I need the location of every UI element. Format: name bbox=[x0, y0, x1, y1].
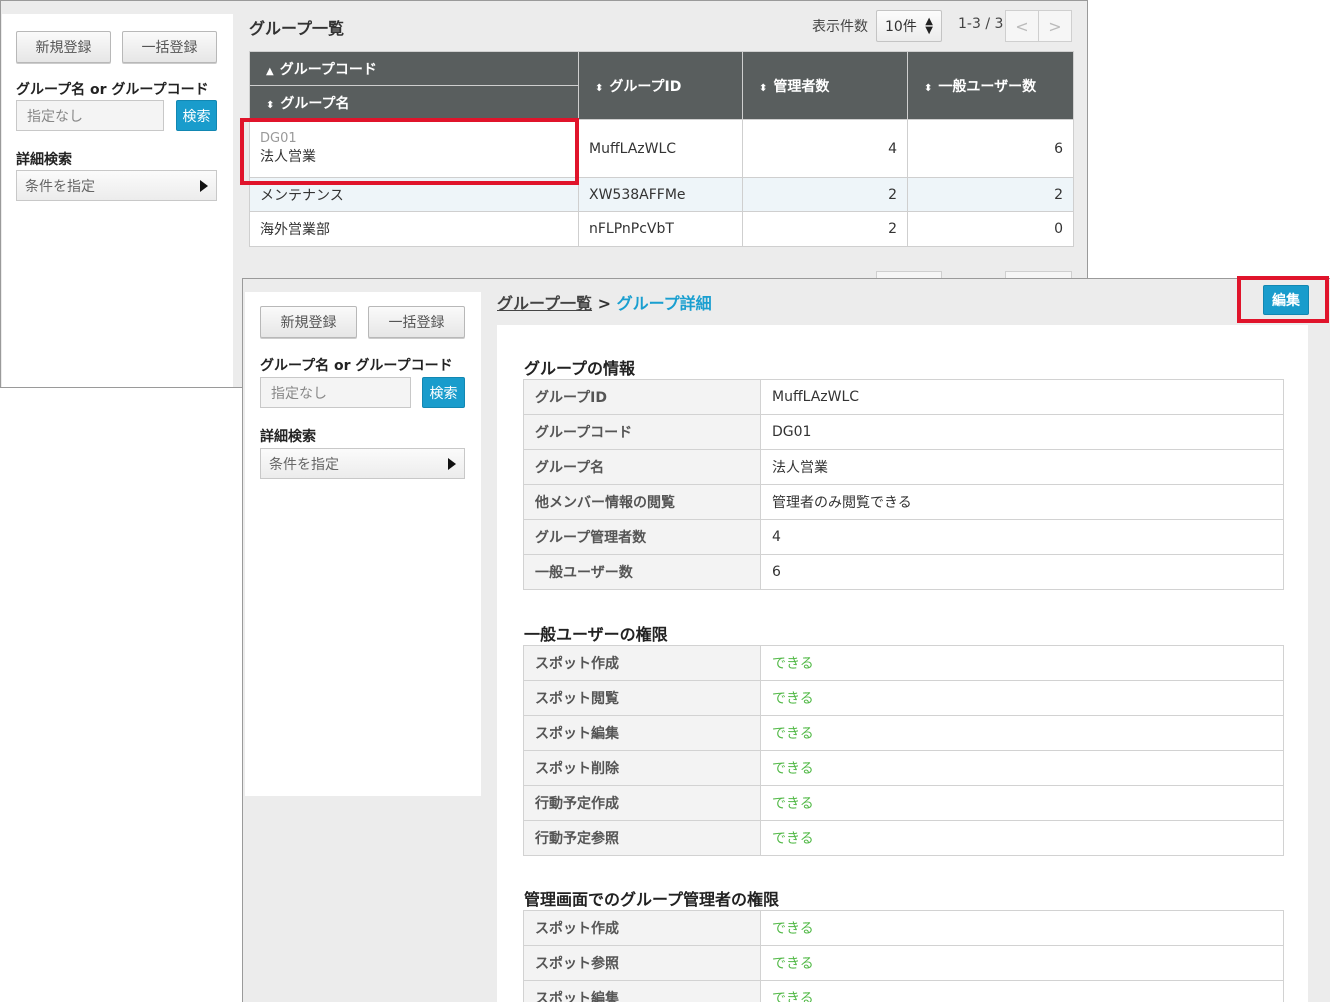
permission-row: 行動予定参照 できる bbox=[523, 820, 1284, 856]
next-page-button[interactable]: > bbox=[1038, 10, 1072, 42]
bulk-register-button[interactable]: 一括登録 bbox=[368, 306, 465, 338]
sort-asc-icon: ▲ bbox=[266, 65, 274, 77]
group-name-cell[interactable]: 海外営業部 bbox=[249, 211, 579, 247]
admin-permissions-table: スポット作成 できる スポット参照 できる スポット編集 できる bbox=[523, 910, 1284, 1002]
info-row: グループ名 法人営業 bbox=[523, 449, 1284, 485]
breadcrumb-current: グループ詳細 bbox=[616, 294, 712, 313]
pagination-range: 1-3 / 3 bbox=[958, 16, 1004, 32]
permission-row: スポット閲覧 できる bbox=[523, 680, 1284, 716]
search-label: グループ名 or グループコード bbox=[16, 82, 209, 98]
info-row: グループ管理者数 4 bbox=[523, 519, 1284, 555]
permission-row: スポット作成 できる bbox=[523, 910, 1284, 946]
highlight-frame bbox=[240, 118, 579, 185]
search-input[interactable]: 指定なし bbox=[260, 377, 411, 408]
user-count-cell: 6 bbox=[907, 119, 1074, 178]
group-id-cell: XW538AFFMe bbox=[578, 177, 743, 212]
info-row: グループID MuffLAzWLC bbox=[523, 379, 1284, 415]
sidebar bbox=[2, 14, 233, 387]
new-register-button[interactable]: 新規登録 bbox=[16, 31, 111, 63]
sort-icon: ⬍ bbox=[266, 99, 275, 111]
advanced-search-value: 条件を指定 bbox=[25, 178, 95, 195]
sort-icon: ⬍ bbox=[924, 82, 933, 94]
select-arrows-icon: ▲ ▼ bbox=[925, 16, 933, 36]
user-permissions-table: スポット作成 できる スポット閲覧 できる スポット編集 できる スポット削除 できる … bbox=[523, 645, 1284, 856]
section-title-user-permissions: 一般ユーザーの権限 bbox=[524, 625, 668, 644]
search-button[interactable]: 検索 bbox=[176, 100, 217, 131]
breadcrumb-group-list-link[interactable]: グループ一覧 bbox=[497, 294, 592, 313]
new-register-button[interactable]: 新規登録 bbox=[260, 306, 357, 338]
permission-row: スポット削除 できる bbox=[523, 750, 1284, 786]
advanced-search-value: 条件を指定 bbox=[269, 456, 339, 473]
group-id-cell: MuffLAzWLC bbox=[578, 119, 743, 178]
highlight-frame bbox=[1237, 276, 1329, 323]
group-info-table: グループID MuffLAzWLC グループコード DG01 グループ名 法人営業 他… bbox=[523, 379, 1284, 590]
column-header-admin-count[interactable]: ⬍ 管理者数 bbox=[742, 51, 908, 120]
admin-count-cell: 2 bbox=[742, 177, 908, 212]
info-row: 他メンバー情報の閲覧 管理者のみ閲覧できる bbox=[523, 484, 1284, 520]
per-page-select[interactable]: 10件 ▲ ▼ bbox=[876, 10, 942, 42]
page-title: グループ一覧 bbox=[249, 19, 345, 38]
per-page-label: 表示件数 bbox=[812, 19, 868, 35]
info-row: 一般ユーザー数 6 bbox=[523, 554, 1284, 590]
detail-panel: グループの情報 グループID MuffLAzWLC グループコード DG01 グルー… bbox=[497, 325, 1308, 1002]
group-id-cell: nFLPnPcVbT bbox=[578, 211, 743, 247]
table-row[interactable]: 海外営業部 nFLPnPcVbT 2 0 bbox=[249, 211, 1074, 247]
breadcrumb: グループ一覧 > グループ詳細 bbox=[497, 290, 712, 314]
advanced-search-dropdown[interactable]: 条件を指定 bbox=[16, 170, 217, 201]
search-button[interactable]: 検索 bbox=[422, 377, 465, 408]
section-title-group-info: グループの情報 bbox=[524, 359, 636, 378]
prev-page-button[interactable]: < bbox=[1005, 10, 1039, 42]
sort-icon: ⬍ bbox=[759, 82, 768, 94]
caret-right-icon bbox=[448, 458, 456, 470]
permission-row: スポット編集 できる bbox=[523, 980, 1284, 1002]
info-row: グループコード DG01 bbox=[523, 414, 1284, 450]
user-count-cell: 2 bbox=[907, 177, 1074, 212]
advanced-search-label: 詳細検索 bbox=[260, 429, 316, 445]
advanced-search-label: 詳細検索 bbox=[16, 152, 72, 168]
admin-count-cell: 2 bbox=[742, 211, 908, 247]
advanced-search-dropdown[interactable]: 条件を指定 bbox=[260, 448, 465, 479]
bulk-register-button[interactable]: 一括登録 bbox=[122, 31, 217, 63]
permission-row: スポット参照 できる bbox=[523, 945, 1284, 981]
column-header-group-name[interactable]: ⬍ グループ名 bbox=[249, 85, 579, 120]
column-header-group-id[interactable]: ⬍ グループID bbox=[578, 51, 743, 120]
column-header-group-code[interactable]: ▲ グループコード bbox=[249, 51, 579, 86]
permission-row: 行動予定作成 できる bbox=[523, 785, 1284, 821]
admin-count-cell: 4 bbox=[742, 119, 908, 178]
per-page-value: 10件 bbox=[885, 19, 917, 35]
sort-icon: ⬍ bbox=[595, 82, 604, 94]
caret-right-icon bbox=[200, 180, 208, 192]
search-label: グループ名 or グループコード bbox=[260, 358, 453, 374]
breadcrumb-separator: > bbox=[597, 294, 612, 313]
search-input[interactable]: 指定なし bbox=[16, 100, 164, 131]
section-title-admin-permissions: 管理画面でのグループ管理者の権限 bbox=[524, 890, 780, 909]
permission-row: スポット編集 できる bbox=[523, 715, 1284, 751]
column-header-user-count[interactable]: ⬍ 一般ユーザー数 bbox=[907, 51, 1074, 120]
user-count-cell: 0 bbox=[907, 211, 1074, 247]
chevron-right-icon: > bbox=[1048, 16, 1062, 36]
permission-row: スポット作成 できる bbox=[523, 645, 1284, 681]
chevron-left-icon: < bbox=[1015, 16, 1029, 36]
group-detail-window: 新規登録 一括登録 グループ名 or グループコード 指定なし 検索 詳細検索 … bbox=[242, 278, 1330, 1002]
